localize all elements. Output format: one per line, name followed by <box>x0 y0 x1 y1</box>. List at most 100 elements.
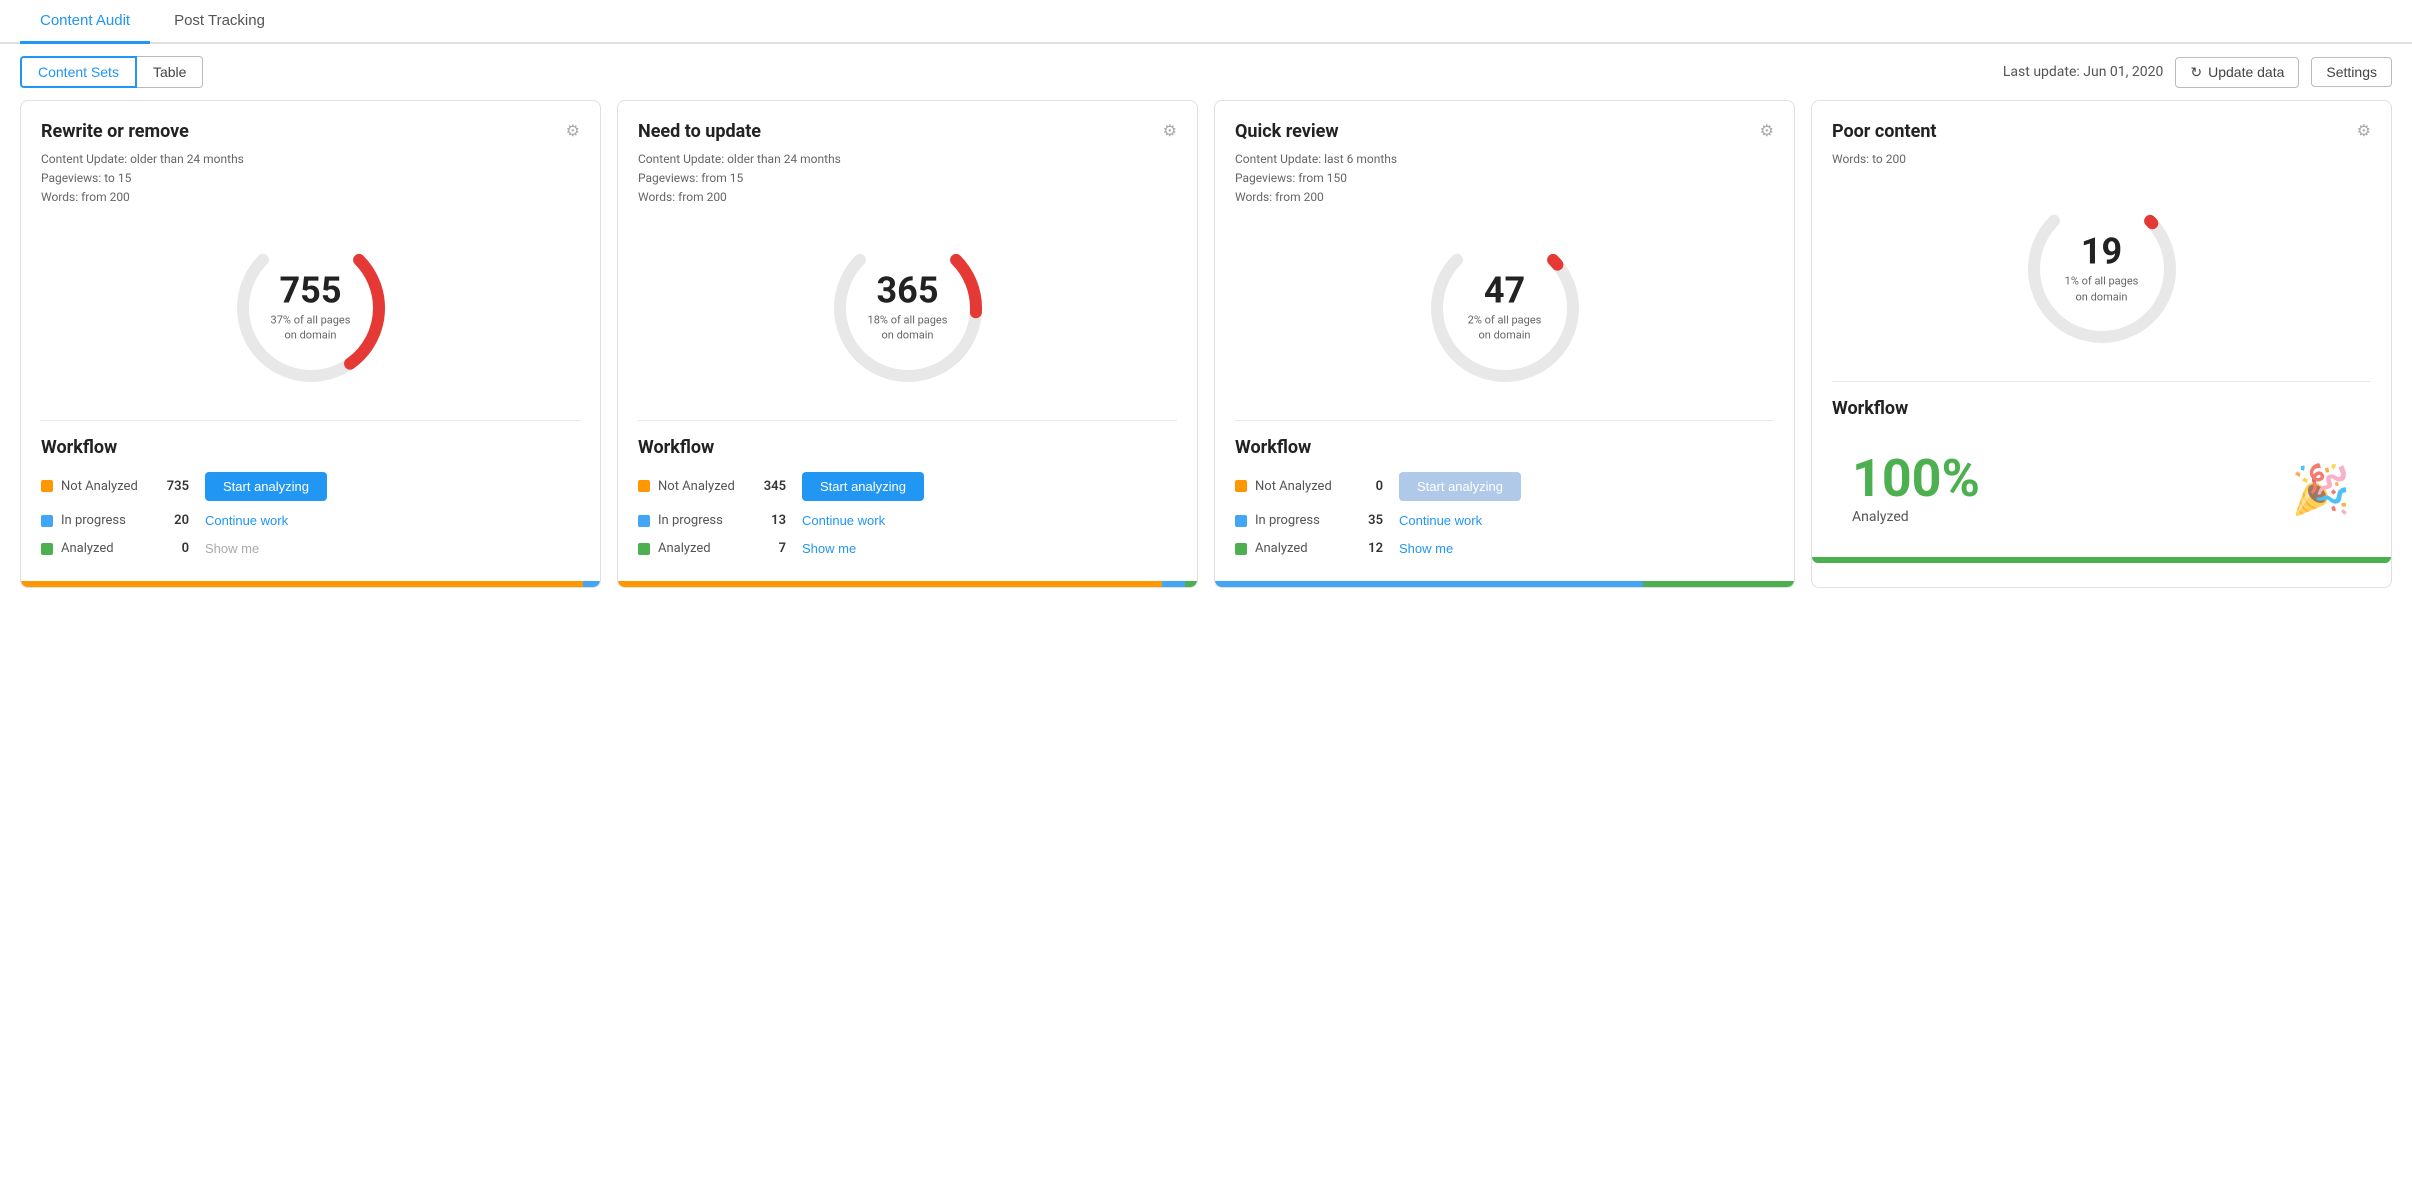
donut-label: 18% of all pageson domain <box>868 312 948 343</box>
continue-work-button[interactable]: Continue work <box>205 513 288 528</box>
workflow-title: Workflow <box>1235 437 1774 458</box>
in-progress-label: In progress <box>61 513 151 528</box>
continue-work-action: Continue work <box>802 513 885 529</box>
cards-grid: Rewrite or remove ⚙ Content Update: olde… <box>0 100 2412 608</box>
donut-wrapper: 19 1% of all pageson domain <box>2022 189 2182 349</box>
donut-value: 47 <box>1468 272 1542 308</box>
card-title: Need to update <box>638 121 761 142</box>
analyzed-label-wf: Analyzed <box>1255 541 1345 556</box>
card-title: Poor content <box>1832 121 1937 142</box>
continue-work-button[interactable]: Continue work <box>1399 513 1482 528</box>
progress-bar <box>1812 557 2391 563</box>
card-need-to-update: Need to update ⚙ Content Update: older t… <box>617 100 1198 588</box>
card-meta: Content Update: older than 24 monthsPage… <box>41 150 580 208</box>
card-meta: Words: to 200 <box>1832 150 2371 169</box>
not-analyzed-label: Not Analyzed <box>61 479 151 494</box>
not-analyzed-count: 735 <box>159 479 189 494</box>
in-progress-count: 13 <box>756 513 786 528</box>
show-me-button[interactable]: Show me <box>802 541 856 556</box>
card-rewrite-or-remove: Rewrite or remove ⚙ Content Update: olde… <box>20 100 601 588</box>
analyzed-count: 0 <box>159 541 189 556</box>
content-sets-btn[interactable]: Content Sets <box>20 56 137 88</box>
not-analyzed-row: Not Analyzed 345 Start analyzing <box>638 472 1177 501</box>
refresh-icon: ↻ <box>2190 64 2202 81</box>
start-analyzing-button[interactable]: Start analyzing <box>205 472 327 501</box>
in-progress-dot <box>1235 515 1247 527</box>
donut-value: 755 <box>271 272 351 308</box>
in-progress-dot <box>638 515 650 527</box>
workflow-title: Workflow <box>41 437 580 458</box>
table-btn[interactable]: Table <box>137 56 203 88</box>
workflow-section: Workflow Not Analyzed 0 Start analyzing … <box>1215 421 1794 581</box>
gear-icon[interactable]: ⚙ <box>2357 121 2371 140</box>
card-header: Need to update ⚙ <box>638 121 1177 142</box>
donut-center: 365 18% of all pageson domain <box>868 272 948 343</box>
start-analyzing-action: Start analyzing <box>205 472 327 501</box>
continue-work-action: Continue work <box>205 513 288 529</box>
analyzed-dot <box>1235 543 1247 555</box>
donut-value: 365 <box>868 272 948 308</box>
donut-chart: 755 37% of all pageson domain <box>41 208 580 404</box>
gear-icon[interactable]: ⚙ <box>1760 121 1774 140</box>
not-analyzed-label: Not Analyzed <box>1255 479 1345 494</box>
in-progress-count: 20 <box>159 513 189 528</box>
donut-wrapper: 755 37% of all pageson domain <box>231 228 391 388</box>
not-analyzed-dot <box>638 480 650 492</box>
in-progress-label: In progress <box>658 513 748 528</box>
donut-wrapper: 365 18% of all pageson domain <box>828 228 988 388</box>
show-me-action: Show me <box>205 541 259 557</box>
donut-chart: 365 18% of all pageson domain <box>638 208 1177 404</box>
gear-icon[interactable]: ⚙ <box>566 121 580 140</box>
continue-work-button[interactable]: Continue work <box>802 513 885 528</box>
top-tabs: Content Audit Post Tracking <box>0 0 2412 44</box>
card-meta: Content Update: last 6 monthsPageviews: … <box>1235 150 1774 208</box>
donut-value: 19 <box>2065 234 2139 270</box>
donut-center: 755 37% of all pageson domain <box>271 272 351 343</box>
continue-work-action: Continue work <box>1399 513 1482 529</box>
start-analyzing-button[interactable]: Start analyzing <box>802 472 924 501</box>
card-top: Need to update ⚙ Content Update: older t… <box>618 101 1197 420</box>
analyzed-row: Analyzed 0 Show me <box>41 541 580 557</box>
hundred-percent-display: 100% Analyzed 🎉 <box>1832 433 2371 545</box>
card-title: Quick review <box>1235 121 1339 142</box>
workflow-section: Workflow Not Analyzed 735 Start analyzin… <box>21 421 600 581</box>
view-toggle: Content Sets Table <box>20 56 203 88</box>
card-top: Rewrite or remove ⚙ Content Update: olde… <box>21 101 600 420</box>
card-header: Quick review ⚙ <box>1235 121 1774 142</box>
donut-chart: 19 1% of all pageson domain <box>1832 169 2371 365</box>
card-top: Poor content ⚙ Words: to 200 19 1% of al… <box>1812 101 2391 381</box>
card-poor-content: Poor content ⚙ Words: to 200 19 1% of al… <box>1811 100 2392 588</box>
donut-label: 37% of all pageson domain <box>271 312 351 343</box>
donut-label: 2% of all pageson domain <box>1468 312 1542 343</box>
not-analyzed-dot <box>1235 480 1247 492</box>
not-analyzed-row: Not Analyzed 0 Start analyzing <box>1235 472 1774 501</box>
progress-bar <box>21 581 600 587</box>
show-me-button[interactable]: Show me <box>1399 541 1453 556</box>
show-me-action: Show me <box>802 541 856 557</box>
analyzed-label: Analyzed <box>1852 509 1980 525</box>
update-data-label: Update data <box>2208 64 2284 80</box>
card-title: Rewrite or remove <box>41 121 189 142</box>
start-analyzing-action: Start analyzing <box>802 472 924 501</box>
progress-bar <box>1215 581 1794 587</box>
toolbar: Content Sets Table Last update: Jun 01, … <box>0 44 2412 100</box>
tab-content-audit[interactable]: Content Audit <box>20 0 150 44</box>
in-progress-count: 35 <box>1353 513 1383 528</box>
donut-wrapper: 47 2% of all pageson domain <box>1425 228 1585 388</box>
toolbar-right: Last update: Jun 01, 2020 ↻ Update data … <box>2003 57 2392 88</box>
not-analyzed-dot <box>41 480 53 492</box>
update-data-button[interactable]: ↻ Update data <box>2175 57 2299 88</box>
not-analyzed-count: 0 <box>1353 479 1383 494</box>
settings-button[interactable]: Settings <box>2311 57 2392 87</box>
gear-icon[interactable]: ⚙ <box>1163 121 1177 140</box>
analyzed-count: 7 <box>756 541 786 556</box>
not-analyzed-count: 345 <box>756 479 786 494</box>
tab-post-tracking[interactable]: Post Tracking <box>154 0 285 44</box>
confetti-icon: 🎉 <box>2291 461 2351 518</box>
in-progress-dot <box>41 515 53 527</box>
analyzed-row: Analyzed 7 Show me <box>638 541 1177 557</box>
in-progress-row: In progress 13 Continue work <box>638 513 1177 529</box>
not-analyzed-label: Not Analyzed <box>658 479 748 494</box>
start-analyzing-action: Start analyzing <box>1399 472 1521 501</box>
start-analyzing-button: Start analyzing <box>1399 472 1521 501</box>
